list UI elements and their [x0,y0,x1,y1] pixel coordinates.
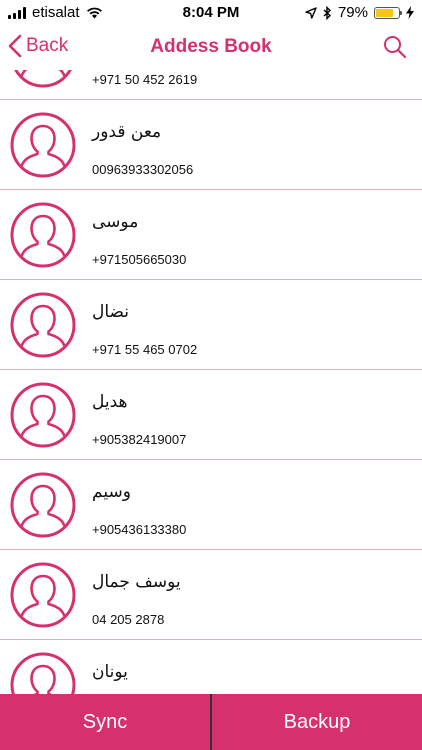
status-right: 79% [305,4,414,21]
contact-row[interactable]: يوسف جمال 04 205 2878 [0,550,422,640]
person-avatar-icon [14,70,72,88]
contact-name: موسى [92,212,139,232]
contact-phone: +971 55 465 0702 [92,342,198,357]
battery-fill [376,8,394,17]
contact-phone: +905382419007 [92,432,187,447]
back-label: Back [26,35,69,56]
status-bar: etisalat 8:04 PM 79% [0,0,422,26]
contact-name: وسيم [92,482,131,502]
chevron-left-icon [8,34,22,58]
search-icon[interactable] [382,34,408,60]
contact-row[interactable]: موسى +971505665030 [0,190,422,280]
bottom-toolbar: Sync Backup [0,694,422,750]
contact-name: معن قدور [92,122,162,142]
person-avatar-icon [10,652,76,694]
person-avatar-icon [10,382,76,448]
contact-phone: 04 205 2878 [92,612,165,627]
charging-icon [406,6,414,19]
backup-button[interactable]: Backup [212,694,422,750]
sync-button[interactable]: Sync [0,694,210,750]
battery-icon [374,6,402,19]
person-avatar-icon [10,292,76,358]
contact-name: يونان [92,662,128,682]
person-avatar-icon [10,112,76,178]
nav-bar: Back Addess Book [0,26,422,70]
battery-percent: 79% [337,4,368,21]
contact-phone: +971505665030 [92,252,187,267]
person-avatar-icon [10,562,76,628]
location-icon [305,6,317,19]
contact-row[interactable]: نضال +971 55 465 0702 [0,280,422,370]
contact-phone: 00963933302056 [92,162,194,177]
back-button[interactable]: Back [8,34,68,58]
person-avatar-icon [10,202,76,268]
contact-row[interactable]: يونان [0,640,422,694]
contact-phone: +905436133380 [92,522,187,537]
contact-phone: +971 50 452 2619 [92,72,198,87]
contact-row[interactable]: وسيم +905436133380 [0,460,422,550]
contact-list[interactable]: +971 50 452 2619 معن قدور 00963933302056… [0,70,422,694]
contact-row[interactable]: معن قدور 00963933302056 [0,100,422,190]
contact-name: نضال [92,302,130,322]
contact-row[interactable]: +971 50 452 2619 [0,70,422,100]
bluetooth-icon [323,5,331,20]
contact-name: هديل [92,392,128,412]
person-avatar-icon [10,472,76,538]
contact-name: يوسف جمال [92,572,181,592]
contact-row[interactable]: هديل +905382419007 [0,370,422,460]
